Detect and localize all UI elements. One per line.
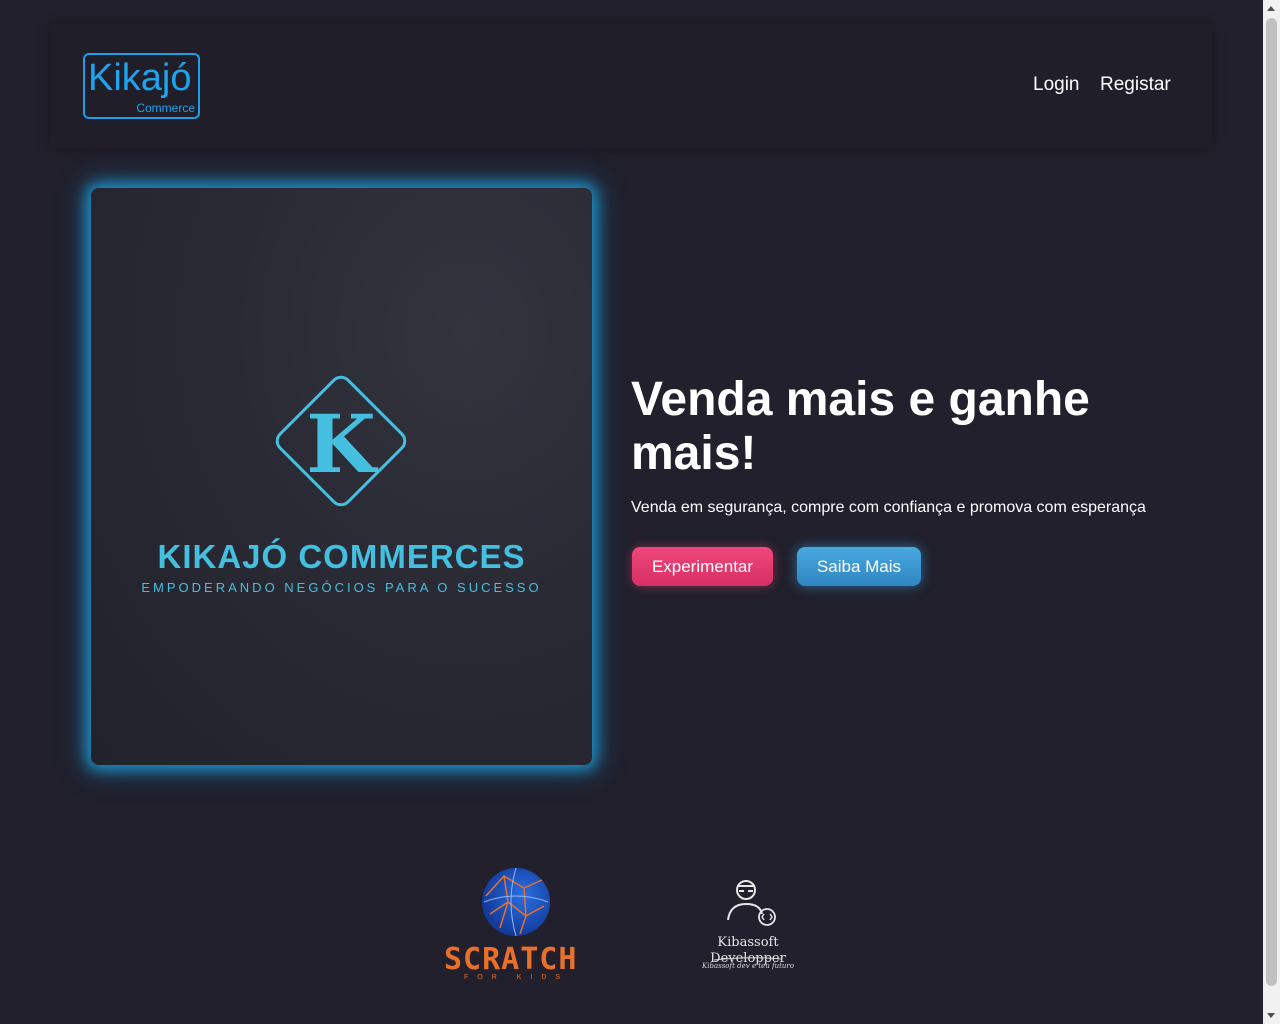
scroll-down-icon[interactable]	[1267, 1013, 1275, 1018]
hero-headline: Venda mais e ganhe mais!	[631, 373, 1090, 480]
nav-login-link[interactable]: Login	[1033, 73, 1080, 97]
kibassoft-tagline: Kibassoft dev e teu futuro	[702, 962, 794, 970]
learn-more-button[interactable]: Saiba Mais	[797, 547, 921, 586]
hero-brand-card: K KIKAJÓ COMMERCES EMPODERANDO NEGÓCIOS …	[91, 188, 592, 765]
brand-title: KIKAJÓ COMMERCES	[157, 538, 526, 575]
vertical-scrollbar[interactable]	[1263, 0, 1280, 1024]
globe-icon	[482, 867, 550, 937]
brand-letter: K	[306, 397, 378, 491]
site-logo[interactable]: Kikajó Commerce	[83, 53, 200, 119]
brand-tagline: EMPODERANDO NEGÓCIOS PARA O SUCESSO	[141, 580, 542, 595]
scrollbar-thumb[interactable]	[1266, 18, 1277, 986]
nav-register-link[interactable]: Registar	[1100, 73, 1171, 97]
logo-main-text: Kikajó	[88, 57, 192, 99]
scratch-title: SCRATCH	[444, 942, 578, 977]
try-button[interactable]: Experimentar	[632, 547, 773, 586]
brand-diamond-icon: K	[275, 375, 407, 507]
site-header: Kikajó Commerce Login Registar	[50, 24, 1212, 148]
developer-avatar-icon	[727, 880, 776, 926]
scratch-subtitle: FOR KIDS	[464, 974, 570, 981]
logo-sub-text: Commerce	[136, 101, 195, 115]
scroll-up-icon[interactable]	[1267, 6, 1275, 11]
hero-subline: Venda em segurança, compre com confiança…	[631, 499, 1146, 516]
